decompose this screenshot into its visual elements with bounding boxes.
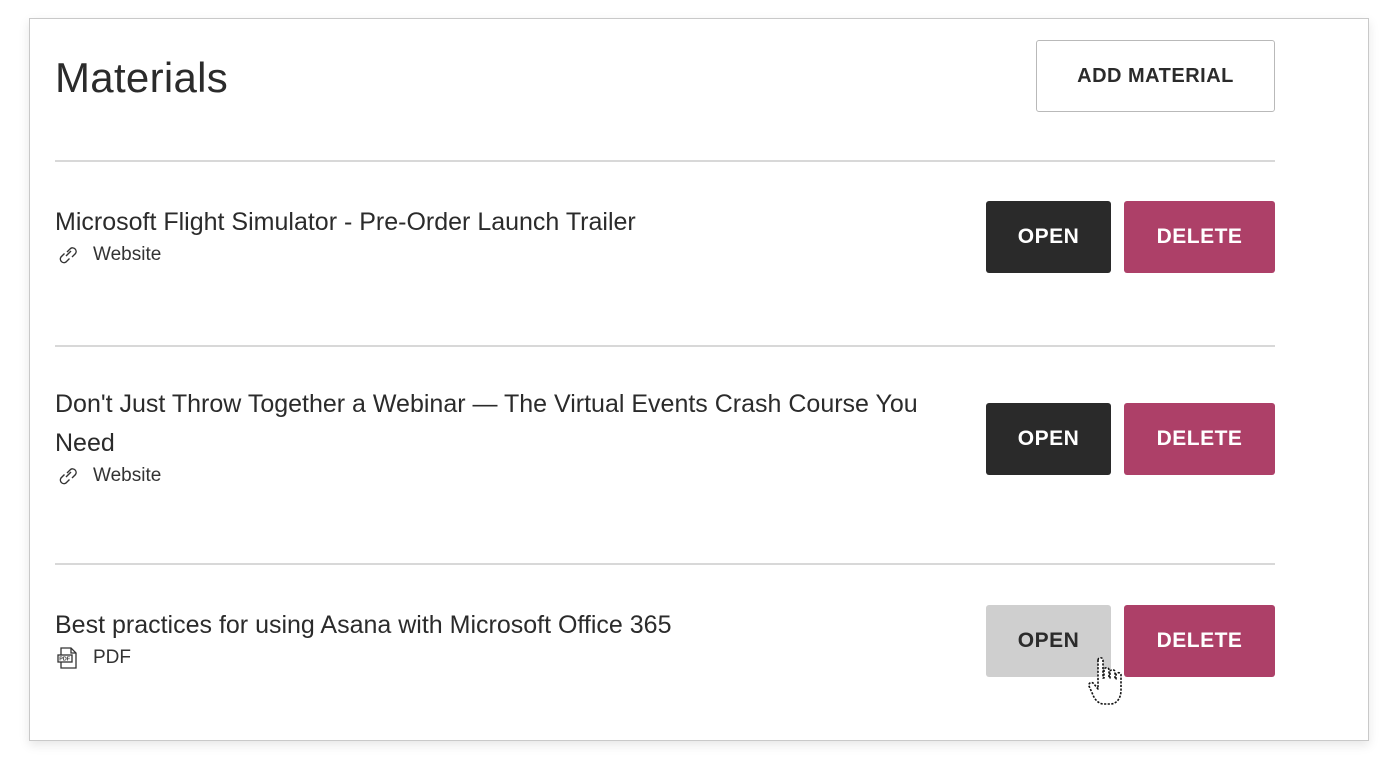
material-title: Best practices for using Asana with Micr… xyxy=(55,611,672,639)
material-type-label: Website xyxy=(93,465,162,486)
divider xyxy=(55,160,1275,162)
material-type-label: PDF xyxy=(93,647,131,668)
divider xyxy=(55,563,1275,565)
delete-button[interactable]: DELETE xyxy=(1124,605,1275,677)
delete-button[interactable]: DELETE xyxy=(1124,201,1275,273)
divider xyxy=(55,345,1275,347)
link-icon xyxy=(55,243,81,267)
open-button[interactable]: OPEN xyxy=(986,605,1111,677)
link-icon xyxy=(55,464,81,488)
open-button[interactable]: OPEN xyxy=(986,403,1111,475)
material-item: Best practices for using Asana with Micr… xyxy=(55,605,1275,686)
pdf-file-icon: PDF xyxy=(55,646,81,670)
material-item: Microsoft Flight Simulator - Pre-Order L… xyxy=(55,201,1275,283)
page-title: Materials xyxy=(55,54,229,101)
open-button[interactable]: OPEN xyxy=(986,201,1111,273)
material-type-label: Website xyxy=(93,244,162,265)
material-type: Website xyxy=(55,243,161,267)
delete-button[interactable]: DELETE xyxy=(1124,403,1275,475)
svg-text:PDF: PDF xyxy=(59,657,70,663)
material-type: Website xyxy=(55,464,161,488)
add-material-button[interactable]: ADD MATERIAL xyxy=(1036,40,1275,112)
materials-header: Materials ADD MATERIAL xyxy=(55,40,1275,114)
material-title: Don't Just Throw Together a Webinar — Th… xyxy=(55,390,918,457)
material-title: Microsoft Flight Simulator - Pre-Order L… xyxy=(55,208,636,236)
material-type: PDF PDF xyxy=(55,646,131,670)
material-item: Don't Just Throw Together a Webinar — Th… xyxy=(55,385,1275,495)
